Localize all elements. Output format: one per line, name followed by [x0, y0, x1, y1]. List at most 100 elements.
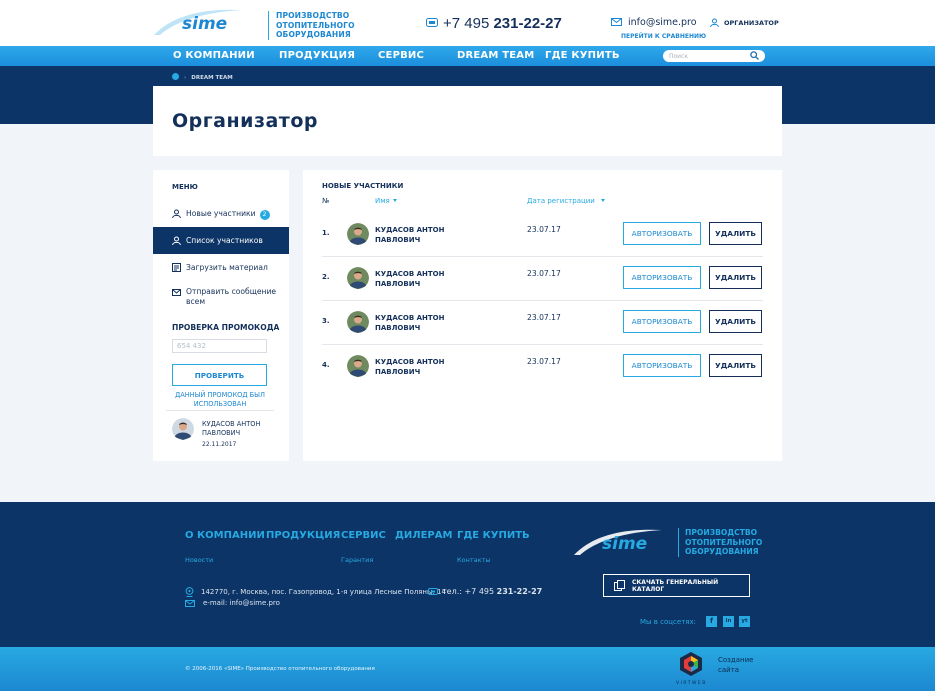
logo-tagline: Производство отопительного оборудования: [268, 11, 355, 40]
count-badge: 2: [259, 210, 270, 220]
nav-item-products[interactable]: Продукция: [279, 50, 355, 61]
promo-heading: ПРОВЕРКА ПРОМОКОДА: [172, 323, 280, 332]
promo-user-date: 22.11.2017: [202, 441, 237, 448]
search-input[interactable]: [669, 51, 749, 61]
sidebar-item-label: Список участников: [186, 236, 263, 245]
sidebar-heading: МЕНЮ: [172, 183, 198, 191]
promo-user-name: Кудасов Антон Павлович: [202, 420, 261, 437]
registration-date: 23.07.17: [527, 269, 561, 278]
footer-address: 142770, г. Москва, пос. Газопровод, 1-я …: [201, 588, 446, 596]
sort-caret-icon: [600, 199, 605, 202]
column-header-date[interactable]: Дата регистрации: [527, 197, 605, 205]
sidebar-item-member-list[interactable]: Список участников: [153, 227, 289, 254]
authorize-button[interactable]: Авторизовать: [623, 354, 701, 377]
table-row: 2. Кудасов Антон Павлович 23.07.17 Автор…: [322, 257, 763, 301]
svg-text:sime: sime: [182, 14, 227, 34]
footer-link-contacts[interactable]: Контакты: [457, 556, 490, 564]
footer-phone[interactable]: тел.: +7 495 231-22-27: [428, 587, 542, 596]
sidebar-item-label: Отправить сообщение всем: [186, 287, 277, 306]
member-name: Кудасов Антон Павлович: [375, 358, 445, 376]
authorize-button[interactable]: Авторизовать: [623, 222, 701, 245]
nav-item-service[interactable]: Сервис: [378, 50, 424, 61]
copyright: © 2006-2016 «SIME» Производство отопител…: [185, 666, 375, 672]
facebook-icon[interactable]: f: [706, 616, 717, 627]
nav-item-where-to-buy[interactable]: Где купить: [545, 50, 620, 61]
search-icon[interactable]: [750, 51, 759, 60]
member-name: Кудасов Антон Павлович: [375, 270, 445, 288]
registration-date: 23.07.17: [527, 225, 561, 234]
social-label: Мы в соцсетях:: [640, 618, 696, 626]
nav-item-company[interactable]: О компании: [173, 50, 255, 61]
search-box: [663, 50, 765, 62]
sort-caret-icon: [392, 199, 397, 202]
footer-nav-dealers[interactable]: Дилерам: [395, 530, 452, 541]
user-icon: [172, 209, 181, 218]
delete-button[interactable]: Удалить: [709, 310, 762, 333]
site-header: sime Производство отопительного оборудов…: [0, 0, 935, 46]
avatar: [347, 355, 369, 377]
table-row: 3. Кудасов Антон Павлович 23.07.17 Автор…: [322, 301, 763, 345]
made-by-text[interactable]: Создание сайта: [718, 655, 753, 675]
row-number: 4.: [322, 361, 330, 369]
nav-item-dream-team[interactable]: Dream team: [457, 50, 534, 61]
check-promo-button[interactable]: Проверить: [172, 364, 267, 386]
location-icon: [185, 587, 194, 597]
promo-code-input[interactable]: [172, 339, 267, 353]
header-phone[interactable]: +7 495 231-22-27: [426, 15, 562, 32]
delete-button[interactable]: Удалить: [709, 222, 762, 245]
authorize-button[interactable]: Авторизовать: [623, 266, 701, 289]
delete-button[interactable]: Удалить: [709, 354, 762, 377]
youtube-icon[interactable]: yt: [739, 616, 750, 627]
virtweb-logo-icon[interactable]: [679, 651, 703, 677]
footer-email[interactable]: e-mail: info@sime.pro: [203, 599, 280, 607]
member-name: Кудасов Антон Павлович: [375, 314, 445, 332]
footer-nav-products[interactable]: Продукция: [266, 530, 340, 541]
sidebar-item-label: Новые участники: [186, 209, 256, 218]
footer-nav-where-to-buy[interactable]: Где купить: [457, 530, 530, 541]
sime-logo[interactable]: sime: [152, 6, 244, 38]
sidebar-item-send-message[interactable]: Отправить сообщение всем: [153, 285, 289, 309]
registration-date: 23.07.17: [527, 313, 561, 322]
instagram-icon[interactable]: in: [723, 616, 734, 627]
home-icon[interactable]: [172, 73, 179, 80]
sidebar-item-upload[interactable]: Загрузить материал: [153, 260, 289, 276]
avatar: [347, 267, 369, 289]
compare-link[interactable]: Перейти к сравнению: [621, 33, 706, 40]
user-icon: [172, 236, 181, 245]
avatar: [347, 223, 369, 245]
svg-text:sime: sime: [602, 534, 647, 554]
footer-nav-company[interactable]: О компании: [185, 530, 265, 541]
sidebar: МЕНЮ Новые участники 2 Список участников …: [153, 170, 289, 461]
upload-icon: [172, 263, 181, 272]
site-footer: О компании Продукция Сервис Дилерам Где …: [0, 502, 935, 647]
user-menu[interactable]: Организатор: [710, 18, 779, 27]
authorize-button[interactable]: Авторизовать: [623, 310, 701, 333]
footer-link-news[interactable]: Новости: [185, 556, 213, 564]
title-card: Организатор: [153, 86, 782, 156]
footer-bottom-bar: © 2006-2016 «SIME» Производство отопител…: [0, 647, 935, 691]
made-by-brand: VIRTWEB: [676, 681, 707, 686]
logo-tagline: Производство отопительного оборудования: [678, 528, 762, 557]
page-title: Организатор: [172, 110, 318, 132]
header-email[interactable]: info@sime.pro: [611, 17, 697, 28]
sime-logo[interactable]: sime: [572, 526, 664, 558]
table-row: 4. Кудасов Антон Павлович 23.07.17 Автор…: [322, 345, 763, 389]
footer-nav-service[interactable]: Сервис: [341, 530, 386, 541]
footer-link-warranty[interactable]: Гарантия: [341, 556, 373, 564]
download-catalog-button[interactable]: Скачать генеральный каталог: [603, 574, 750, 597]
mail-icon: [185, 600, 195, 607]
row-number: 2.: [322, 273, 330, 281]
document-icon: [614, 580, 625, 591]
column-header-number: №: [322, 197, 330, 205]
sidebar-item-label: Загрузить материал: [186, 263, 268, 272]
column-header-name[interactable]: Имя: [375, 197, 397, 205]
avatar: [172, 418, 194, 440]
row-number: 3.: [322, 317, 330, 325]
delete-button[interactable]: Удалить: [709, 266, 762, 289]
members-panel: Новые участники № Имя Дата регистрации 1…: [303, 170, 782, 461]
breadcrumb-current[interactable]: Dream team: [191, 75, 232, 81]
main-nav: О компании Продукция Сервис Dream team Г…: [0, 46, 935, 66]
row-number: 1.: [322, 229, 330, 237]
promo-status-text: Данный промокод был использован: [175, 391, 265, 408]
sidebar-item-new-members[interactable]: Новые участники 2: [153, 206, 289, 222]
